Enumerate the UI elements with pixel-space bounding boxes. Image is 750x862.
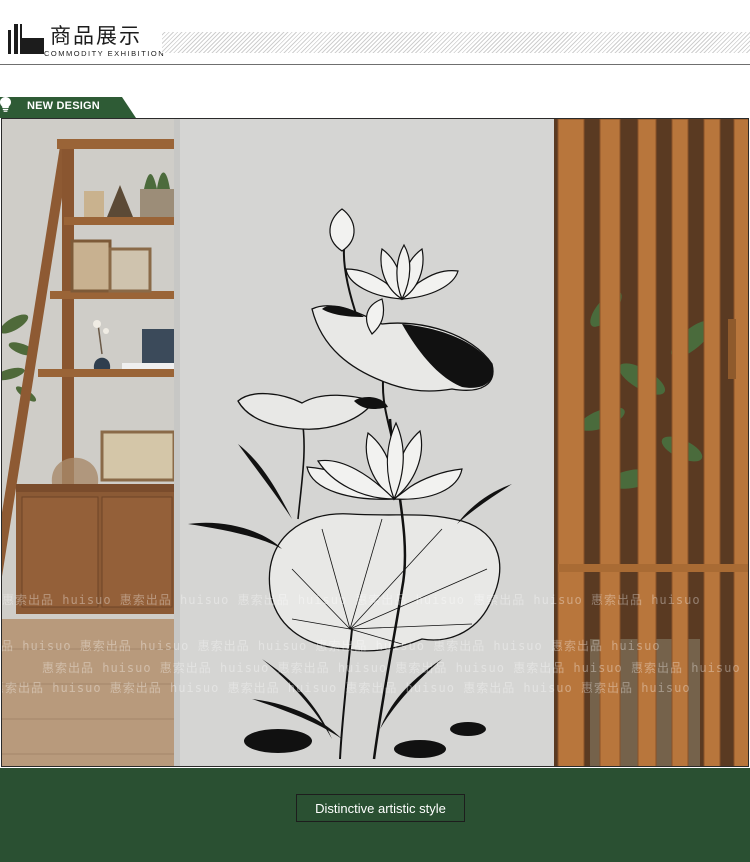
watermark-row: 惠索出品 huisuo 惠索出品 huisuo 惠索出品 huisuo 惠索出品… (42, 661, 741, 675)
badge-label: NEW DESIGN (27, 100, 100, 112)
caption-band: Distinctive artistic style (0, 768, 750, 862)
lightbulb-icon (0, 97, 11, 112)
header-divider (0, 64, 750, 65)
watermark-row: 惠索出品 huisuo 惠索出品 huisuo 惠索出品 huisuo 惠索出品… (1, 639, 661, 653)
caption-frame: Distinctive artistic style (296, 794, 465, 822)
header-hatch-decoration (162, 32, 750, 53)
caption-text: Distinctive artistic style (315, 800, 446, 816)
watermark-row: 惠索出品 huisuo 惠索出品 huisuo 惠索出品 huisuo 惠索出品… (2, 593, 701, 607)
new-design-badge: NEW DESIGN (0, 97, 136, 118)
section-logo-icon (8, 24, 44, 54)
watermark-row: 惠索出品 huisuo 惠索出品 huisuo 惠索出品 huisuo 惠索出品… (1, 681, 691, 695)
section-title: 商品展示 (50, 24, 142, 48)
page-header: 商品展示 COMMODITY EXHIBITION (0, 0, 750, 66)
section-subtitle: COMMODITY EXHIBITION (44, 49, 166, 58)
product-photo: 惠索出品 huisuo 惠索出品 huisuo 惠索出品 huisuo 惠索出品… (1, 118, 749, 767)
